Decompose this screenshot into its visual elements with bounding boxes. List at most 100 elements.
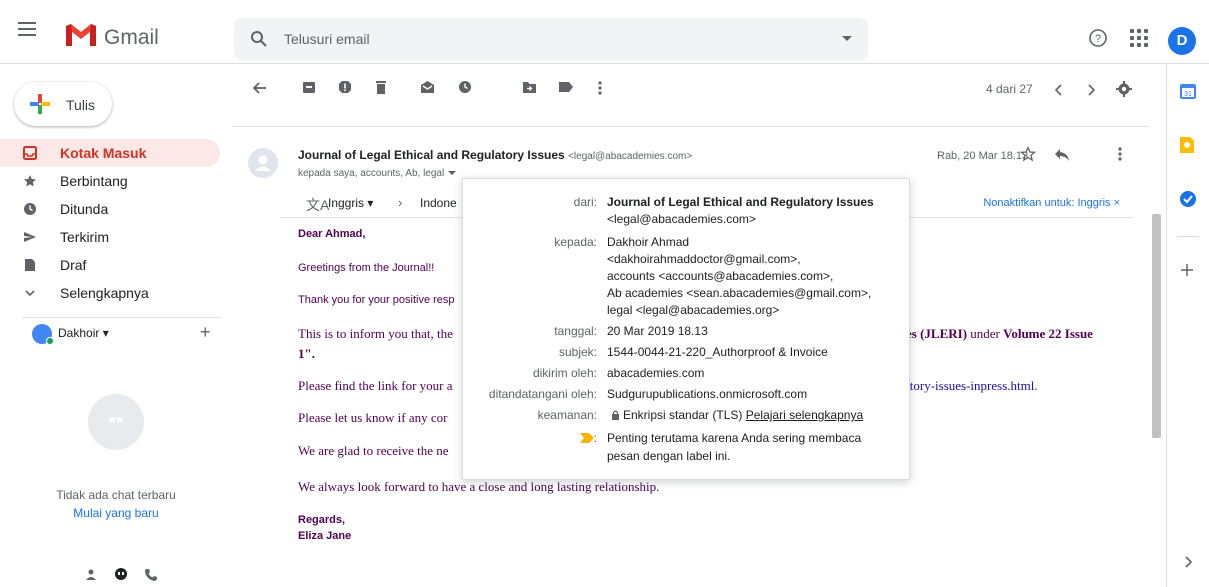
search-icon[interactable] <box>250 30 268 48</box>
show-details-icon[interactable] <box>448 171 457 176</box>
account-avatar[interactable]: D <box>1168 27 1196 55</box>
source-language-select[interactable]: Inggris ▾ <box>328 196 373 210</box>
importance-icon <box>579 433 594 443</box>
from-name: Journal of Legal Ethical and Regulatory … <box>607 195 874 209</box>
calendar-icon[interactable]: 31 <box>1179 82 1197 100</box>
report-spam-icon[interactable] <box>338 80 352 94</box>
disable-translate-link[interactable]: Nonaktifkan untuk: Inggris × <box>983 197 1120 209</box>
mark-unread-icon[interactable] <box>420 80 435 94</box>
start-chat-link[interactable]: Mulai yang baru <box>0 506 232 520</box>
chevron-left-icon[interactable] <box>1054 84 1064 96</box>
sender-name[interactable]: Journal of Legal Ethical and Regulatory … <box>298 148 565 162</box>
star-icon <box>22 173 38 189</box>
back-arrow-icon[interactable] <box>252 80 268 96</box>
expand-panel-icon[interactable] <box>1183 556 1193 568</box>
search-options-icon[interactable] <box>842 36 852 41</box>
sidebar-item-snoozed[interactable]: Ditunda <box>0 195 220 223</box>
greeting: Dear Ahmad, <box>298 228 366 240</box>
importance-marker: : <box>579 431 597 445</box>
chat-empty-text: Tidak ada chat terbaru <box>56 488 176 502</box>
compose-button[interactable]: Tulis <box>14 82 112 126</box>
label-icon[interactable] <box>558 80 574 94</box>
move-to-icon[interactable] <box>522 80 537 94</box>
tasks-icon[interactable] <box>1179 190 1197 208</box>
top-bar: Gmail Telusuri email ? D <box>0 0 1209 64</box>
from-email: <legal@abacademies.com> <box>607 212 756 226</box>
target-language-select[interactable]: Indone <box>420 196 457 210</box>
settings-gear-icon[interactable] <box>1116 81 1132 97</box>
body-line: Please find the link for your a <box>298 378 453 393</box>
regards: Regards, <box>298 514 346 526</box>
sidebar-item-starred[interactable]: Berbintang <box>0 167 220 195</box>
apps-grid-icon[interactable] <box>1130 29 1148 47</box>
inbox-icon <box>22 145 38 161</box>
add-person-icon[interactable]: + <box>200 322 211 343</box>
hangouts-user-name[interactable]: Dakhoir ▾ <box>58 326 109 340</box>
importance-text: pesan dengan label ini. <box>607 449 731 463</box>
sender-line: Journal of Legal Ethical and Regulatory … <box>298 148 692 162</box>
to-line: legal <legal@abacademies.org> <box>607 303 780 317</box>
help-icon[interactable]: ? <box>1088 28 1108 48</box>
arrow-right-icon: › <box>398 195 403 210</box>
signed-by-value: Sudgurupublications.onmicrosoft.com <box>607 387 808 401</box>
nav-list: Kotak Masuk Berbintang Ditunda Terkirim … <box>0 139 220 307</box>
sidebar-item-drafts[interactable]: Draf <box>0 251 220 279</box>
chat-empty-state: ❞❞ Tidak ada chat terbaru Mulai yang bar… <box>0 394 232 520</box>
message-details-popup: dari: Journal of Legal Ethical and Regul… <box>462 178 910 480</box>
send-icon <box>22 229 38 245</box>
body-line: We are glad to receive the ne <box>298 443 449 458</box>
body-line: This is to inform you that, the <box>298 326 453 341</box>
sidebar-item-label: Terkirim <box>60 229 109 245</box>
date-label: tanggal: <box>554 324 597 338</box>
more-options-icon[interactable] <box>598 80 602 96</box>
importance-text: Penting terutama karena Anda sering memb… <box>607 431 862 445</box>
inpress-link[interactable]: atory-issues-inpress.html. <box>904 378 1038 394</box>
compose-plus-icon <box>30 94 50 114</box>
sidebar-item-label: Ditunda <box>60 201 109 217</box>
brand-name: Gmail <box>104 26 159 49</box>
reply-icon[interactable] <box>1054 148 1070 162</box>
sender-email: <legal@abacademies.com> <box>568 151 693 162</box>
svg-text:31: 31 <box>1184 91 1192 98</box>
recipients-text: kepada saya, accounts, Ab, legal <box>298 168 445 179</box>
chevron-right-icon[interactable] <box>1086 84 1096 96</box>
translate-icon: 文A <box>306 197 330 213</box>
chat-bubble-icon: ❞❞ <box>88 394 144 450</box>
search-bar[interactable]: Telusuri email <box>234 18 868 60</box>
snooze-icon[interactable] <box>458 80 472 94</box>
body-line: Please let us know if any cor <box>298 410 448 425</box>
sidebar: Tulis Kotak Masuk Berbintang Ditunda Ter… <box>0 64 232 587</box>
online-status-dot <box>46 337 54 345</box>
signed-by-label: ditandatangani oleh: <box>488 387 597 401</box>
security-label: keamanan: <box>537 408 597 422</box>
main-menu-icon[interactable] <box>18 22 36 36</box>
sidebar-item-inbox[interactable]: Kotak Masuk <box>0 139 220 167</box>
sidebar-item-label: Selengkapnya <box>60 285 149 301</box>
delete-icon[interactable] <box>374 80 388 94</box>
body-line: 1". <box>298 346 315 361</box>
pagination-text: 4 dari 27 <box>986 82 1033 96</box>
archive-icon[interactable] <box>302 80 316 94</box>
to-line: <dakhoirahmaddoctor@gmail.com>, <box>607 252 801 266</box>
hangouts-user[interactable]: Dakhoir ▾ + <box>22 317 222 347</box>
to-label: kepada: <box>554 235 597 249</box>
body-line: Thank you for your positive resp <box>298 294 455 306</box>
star-message-icon[interactable] <box>1020 146 1036 162</box>
svg-text:❞❞: ❞❞ <box>108 415 123 431</box>
gmail-logo[interactable] <box>64 22 98 48</box>
phone-icon[interactable] <box>144 568 158 582</box>
keep-icon[interactable] <box>1179 136 1195 154</box>
sidebar-item-more[interactable]: Selengkapnya <box>0 279 220 307</box>
message-more-icon[interactable] <box>1118 146 1122 162</box>
contacts-icon[interactable] <box>84 568 98 582</box>
learn-more-link[interactable]: Pelajari selengkapnya <box>746 408 863 422</box>
recipients-summary[interactable]: kepada saya, accounts, Ab, legal <box>298 168 457 179</box>
search-input[interactable]: Telusuri email <box>284 31 370 47</box>
sender-avatar[interactable] <box>248 148 278 178</box>
subject-value: 1544-0044-21-220_Authorproof & Invoice <box>607 345 828 359</box>
add-addon-icon[interactable] <box>1179 262 1195 278</box>
sidebar-item-sent[interactable]: Terkirim <box>0 223 220 251</box>
scrollbar-thumb[interactable] <box>1152 214 1161 438</box>
hangouts-chat-icon[interactable] <box>114 568 128 582</box>
sidebar-item-label: Draf <box>60 257 87 273</box>
